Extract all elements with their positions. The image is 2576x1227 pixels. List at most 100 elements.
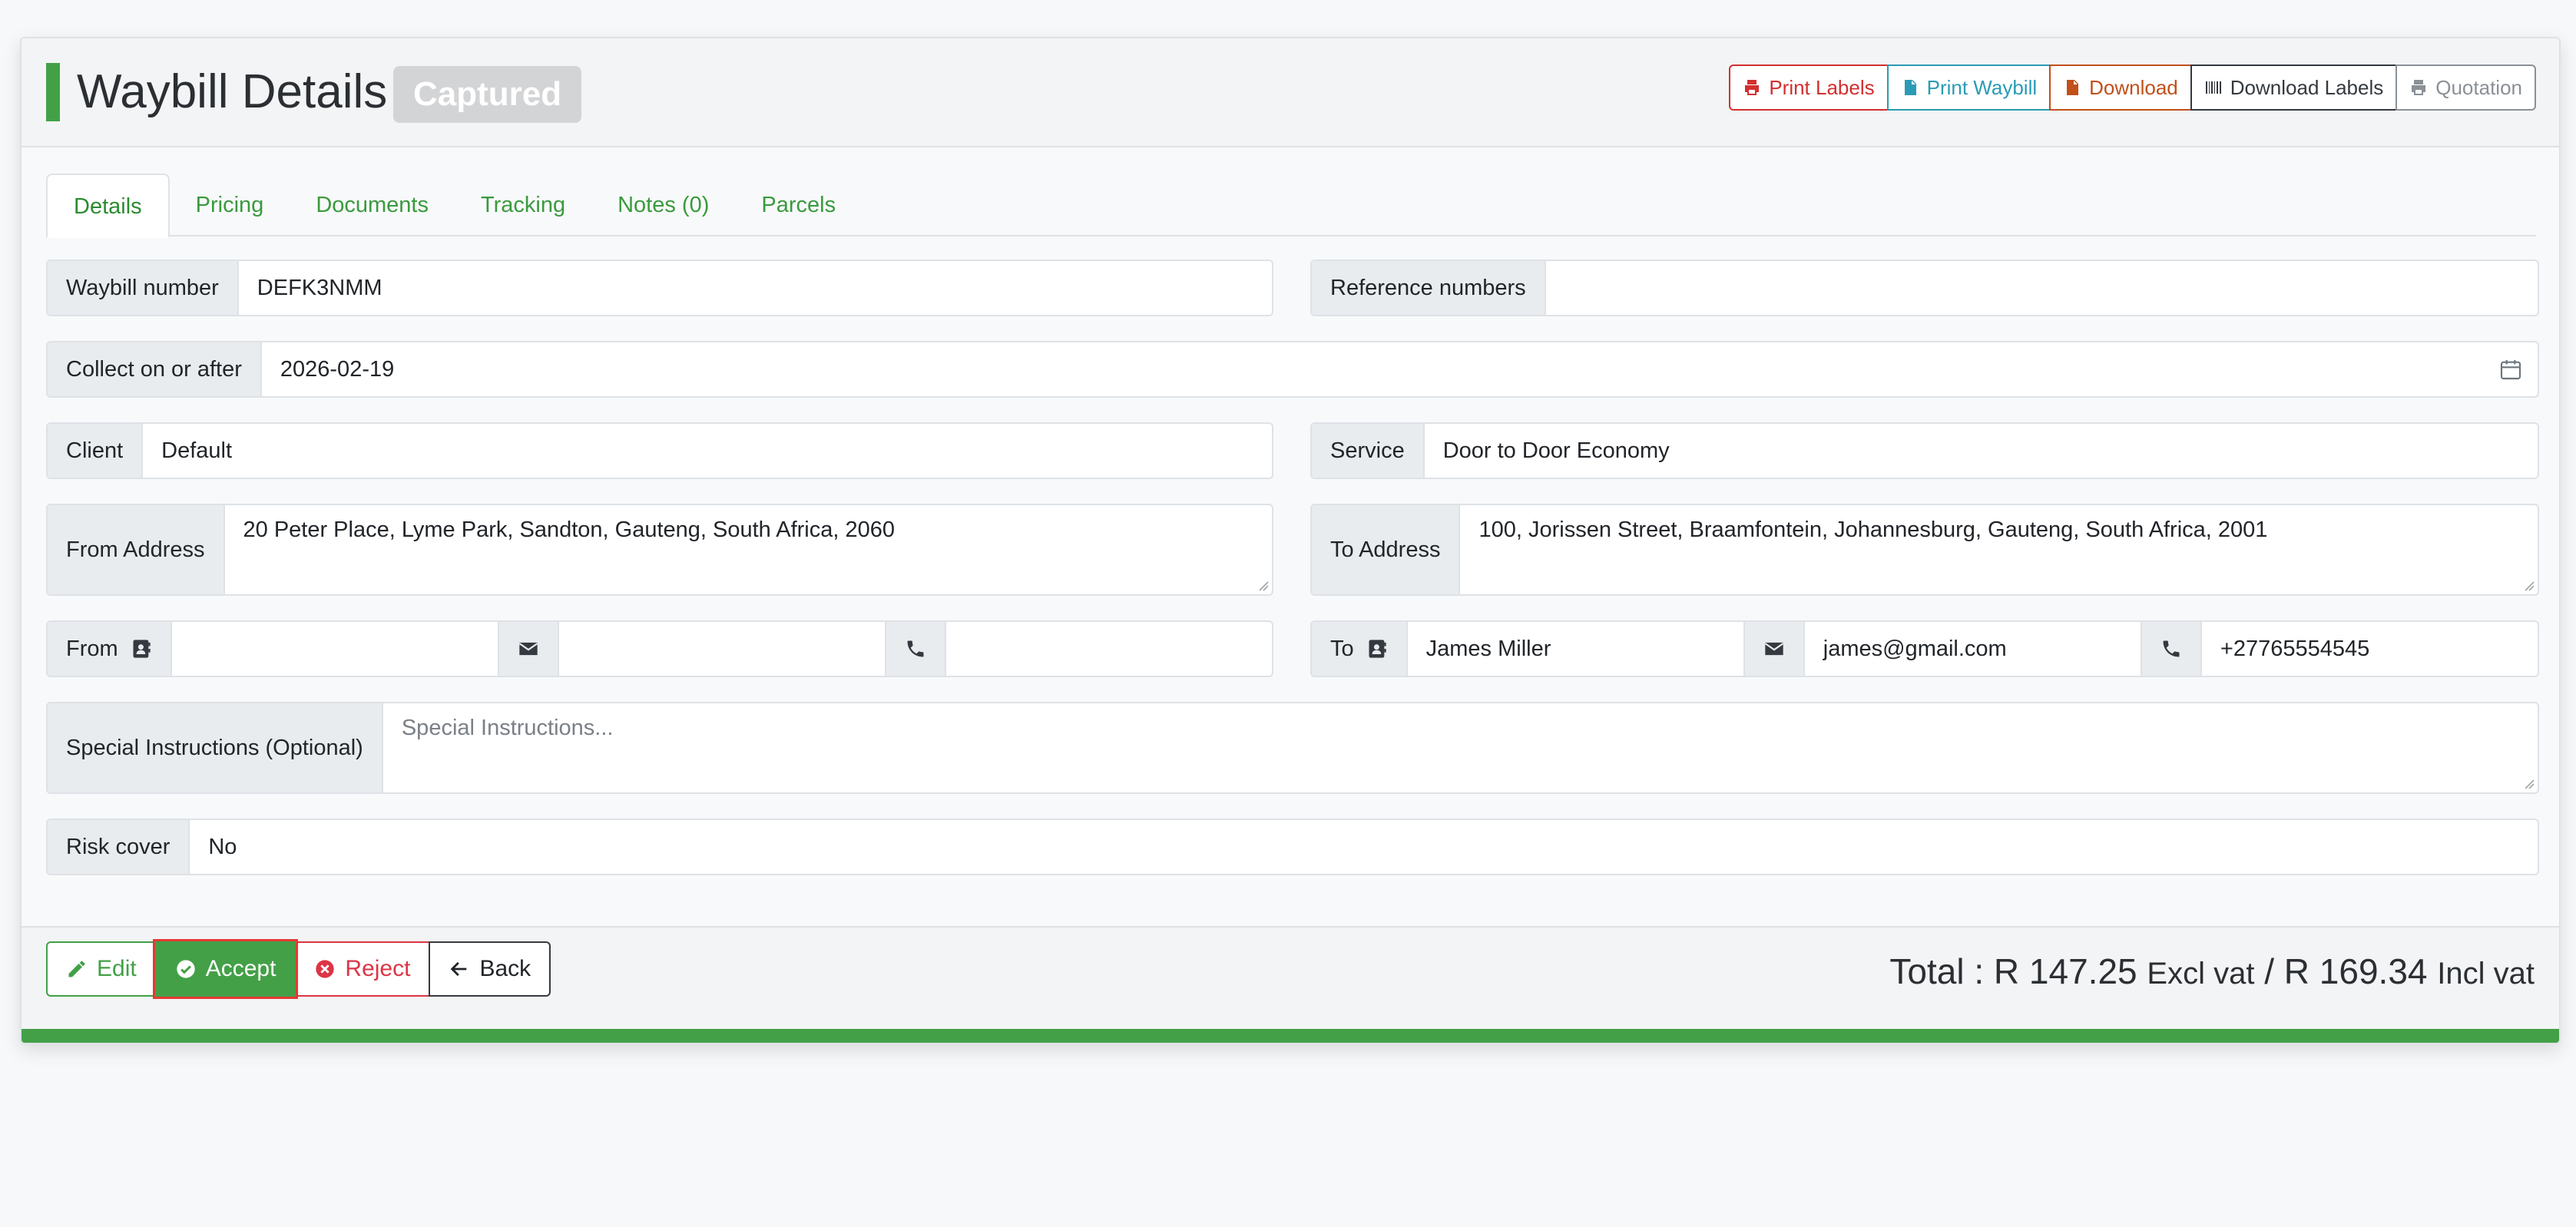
- from-contact-label: From: [48, 622, 172, 676]
- status-badge: Captured: [393, 66, 582, 123]
- print-waybill-button[interactable]: Print Waybill: [1886, 64, 2051, 111]
- edit-label: Edit: [97, 956, 137, 981]
- resize-handle-icon[interactable]: [2524, 779, 2535, 789]
- edit-button[interactable]: Edit: [46, 941, 157, 997]
- contact-card-icon: [1369, 640, 1386, 658]
- risk-cover-label: Risk cover: [48, 820, 190, 874]
- to-address-value: 100, Jorissen Street, Braamfontein, Joha…: [1478, 518, 2268, 542]
- tab-bar: Details Pricing Documents Tracking Notes…: [46, 174, 2536, 238]
- collect-date-group: Collect on or after 2026-02-19: [46, 341, 2539, 398]
- quotation-button[interactable]: Quotation: [2396, 64, 2536, 111]
- to-label-text: To: [1330, 636, 1354, 661]
- special-instructions-textarea[interactable]: Special Instructions...: [383, 703, 2538, 792]
- download-label: Download: [2089, 75, 2178, 99]
- print-waybill-label: Print Waybill: [1926, 75, 2038, 99]
- tab-notes[interactable]: Notes (0): [591, 174, 735, 236]
- pdf-file-icon: [2067, 80, 2079, 95]
- contact-card-icon: [133, 640, 151, 658]
- to-phone-input[interactable]: +27765554545: [2202, 622, 2538, 676]
- from-address-group: From Address 20 Peter Place, Lyme Park, …: [46, 504, 1273, 596]
- card-footer: Edit Accept Reject Back Total : R 147.25…: [22, 926, 2559, 1030]
- accept-label: Accept: [205, 956, 276, 981]
- page-title: Waybill Details: [77, 65, 388, 118]
- to-email-input[interactable]: james@gmail.com: [1805, 622, 2141, 676]
- total-summary: Total : R 147.25 Excl vat / R 169.34 Inc…: [1889, 951, 2535, 992]
- waybill-number-input[interactable]: DEFK3NMM: [239, 261, 1272, 315]
- resize-handle-icon[interactable]: [1258, 580, 1269, 591]
- printer-icon: [2412, 80, 2426, 95]
- calendar-icon[interactable]: [2484, 342, 2538, 396]
- special-instructions-label: Special Instructions (Optional): [48, 703, 383, 792]
- from-label-text: From: [66, 636, 118, 661]
- to-address-group: To Address 100, Jorissen Street, Braamfo…: [1310, 504, 2539, 596]
- pdf-file-icon: [1904, 80, 1916, 95]
- envelope-icon: [497, 622, 559, 676]
- reference-numbers-group: Reference numbers: [1310, 260, 2539, 316]
- pencil-icon: [68, 961, 85, 977]
- reference-numbers-input[interactable]: [1546, 261, 2538, 315]
- from-address-value: 20 Peter Place, Lyme Park, Sandton, Gaut…: [243, 518, 896, 542]
- waybill-card: Waybill Details Captured Print Labels Pr…: [20, 37, 2561, 1044]
- special-instructions-placeholder: Special Instructions...: [401, 716, 614, 740]
- from-email-input[interactable]: [559, 622, 885, 676]
- footer-actions: Edit Accept Reject Back: [46, 939, 551, 999]
- phone-icon: [884, 622, 946, 676]
- download-labels-label: Download Labels: [2230, 75, 2384, 99]
- to-address-textarea[interactable]: 100, Jorissen Street, Braamfontein, Joha…: [1460, 505, 2538, 594]
- back-button[interactable]: Back: [429, 941, 551, 997]
- service-input[interactable]: Door to Door Economy: [1425, 424, 2538, 478]
- from-name-input[interactable]: [172, 622, 498, 676]
- waybill-number-group: Waybill number DEFK3NMM: [46, 260, 1273, 316]
- arrow-left-icon: [451, 961, 467, 977]
- reference-numbers-label: Reference numbers: [1312, 261, 1546, 315]
- to-contact-label: To: [1312, 622, 1408, 676]
- from-phone-input[interactable]: [946, 622, 1272, 676]
- envelope-icon: [1743, 622, 1805, 676]
- total-incl-amount: / R 169.34: [2264, 951, 2428, 991]
- footer-accent-bar: [22, 1029, 2559, 1043]
- client-label: Client: [48, 424, 144, 478]
- service-group: Service Door to Door Economy: [1310, 422, 2539, 479]
- to-contact-group: To James Miller james@gmail.com +2776555…: [1310, 620, 2539, 677]
- printer-icon: [1745, 80, 1760, 95]
- back-label: Back: [479, 956, 531, 981]
- download-labels-button[interactable]: Download Labels: [2190, 64, 2398, 111]
- client-group: Client Default: [46, 422, 1273, 479]
- tab-details[interactable]: Details: [46, 174, 170, 238]
- collect-date-input[interactable]: 2026-02-19: [262, 342, 2484, 396]
- to-name-input[interactable]: James Miller: [1408, 622, 1743, 676]
- from-address-textarea[interactable]: 20 Peter Place, Lyme Park, Sandton, Gaut…: [225, 505, 1273, 594]
- accept-button[interactable]: Accept: [152, 939, 299, 999]
- incl-vat-label: Incl vat: [2437, 957, 2535, 991]
- to-address-label: To Address: [1312, 505, 1461, 594]
- card-header: Waybill Details Captured Print Labels Pr…: [22, 38, 2559, 147]
- client-input[interactable]: Default: [143, 424, 1272, 478]
- header-actions: Print Labels Print Waybill Download Down…: [1729, 64, 2536, 111]
- phone-icon: [2140, 622, 2202, 676]
- special-instructions-group: Special Instructions (Optional) Special …: [46, 702, 2539, 794]
- risk-cover-group: Risk cover No: [46, 819, 2539, 875]
- from-address-label: From Address: [48, 505, 225, 594]
- tab-pricing[interactable]: Pricing: [170, 174, 290, 236]
- resize-handle-icon[interactable]: [2524, 580, 2535, 591]
- service-label: Service: [1312, 424, 1425, 478]
- collect-date-label: Collect on or after: [48, 342, 262, 396]
- print-labels-button[interactable]: Print Labels: [1729, 64, 1889, 111]
- total-excl-amount: Total : R 147.25: [1889, 951, 2137, 991]
- waybill-number-label: Waybill number: [48, 261, 239, 315]
- reject-button[interactable]: Reject: [294, 941, 431, 997]
- tab-parcels[interactable]: Parcels: [735, 174, 862, 236]
- barcode-icon: [2205, 81, 2221, 94]
- excl-vat-label: Excl vat: [2147, 957, 2255, 991]
- risk-cover-input[interactable]: No: [190, 820, 2538, 874]
- download-button[interactable]: Download: [2049, 64, 2192, 111]
- print-labels-label: Print Labels: [1769, 75, 1875, 99]
- x-circle-icon: [316, 960, 335, 978]
- title-accent-bar: [46, 63, 60, 121]
- tab-documents[interactable]: Documents: [290, 174, 455, 236]
- quotation-label: Quotation: [2435, 75, 2522, 99]
- tab-tracking[interactable]: Tracking: [455, 174, 591, 236]
- reject-label: Reject: [345, 956, 411, 981]
- check-circle-icon: [177, 960, 195, 978]
- from-contact-group: From: [46, 620, 1273, 677]
